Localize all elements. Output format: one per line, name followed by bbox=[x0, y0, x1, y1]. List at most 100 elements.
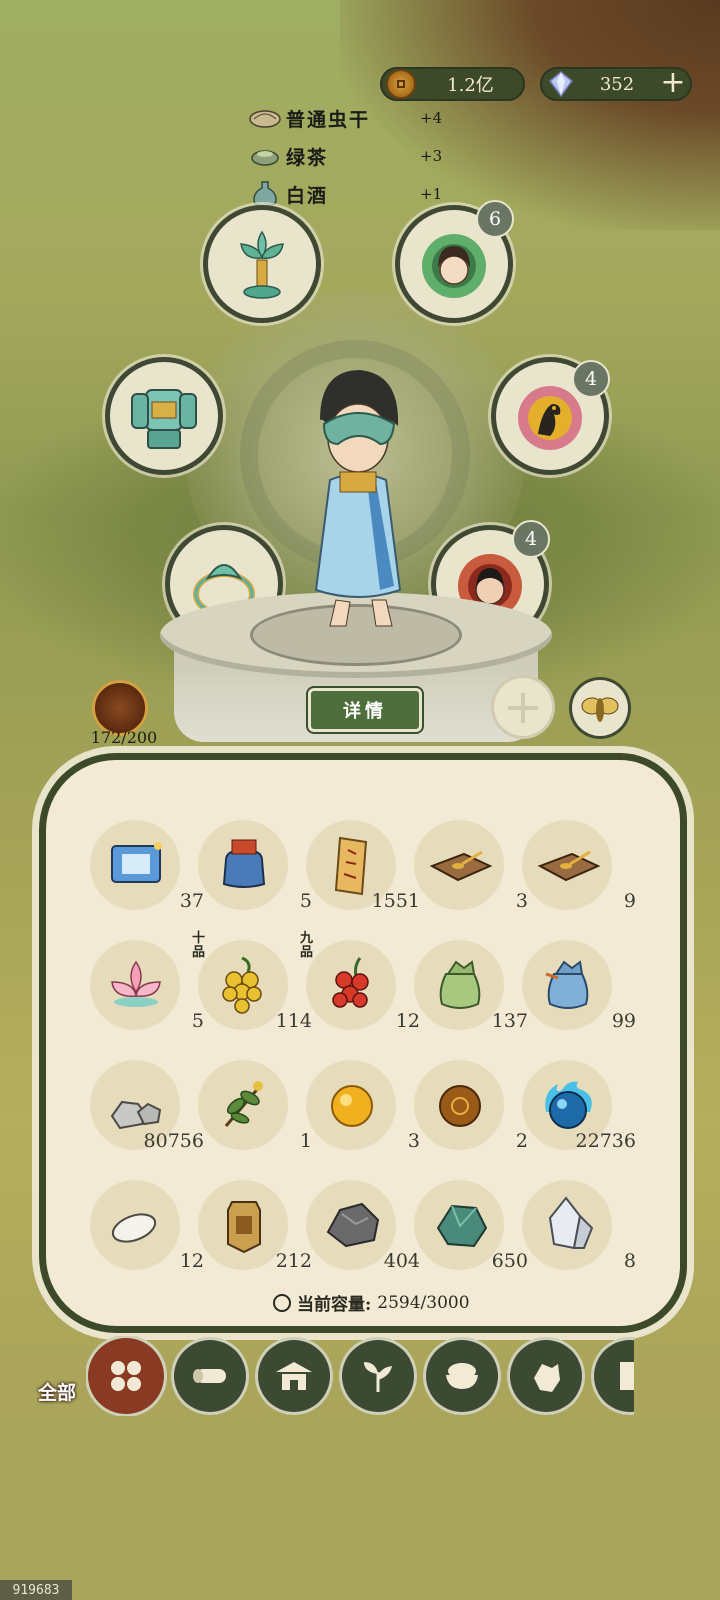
inventory-item[interactable]: 1551 bbox=[306, 820, 420, 912]
buff-value: +3 bbox=[420, 147, 443, 165]
inventory-item[interactable]: 22736 bbox=[522, 1060, 636, 1152]
capacity-value: 2594/3000 bbox=[377, 1292, 470, 1313]
pet-count: 172/200 bbox=[90, 728, 158, 747]
lotus-flower-icon bbox=[111, 960, 161, 1007]
ore-chunk-icon bbox=[534, 1364, 560, 1392]
add-slot-button[interactable]: + bbox=[494, 678, 552, 736]
details-button[interactable]: 详情 bbox=[308, 688, 422, 732]
phoenix-portrait-slot[interactable]: 4 bbox=[496, 360, 610, 470]
talisman-paper-icon bbox=[334, 836, 368, 896]
buff-row: 白酒 +1 bbox=[248, 178, 442, 210]
all-grid-icon bbox=[111, 1361, 141, 1391]
stone-pile-icon bbox=[110, 1100, 162, 1130]
add-gems-button[interactable]: + bbox=[658, 68, 688, 99]
wood-log-icon bbox=[193, 1369, 226, 1383]
capacity-icon bbox=[273, 1293, 291, 1312]
item-count: 8 bbox=[623, 1250, 636, 1272]
inventory-item[interactable]: 2 bbox=[414, 1060, 528, 1152]
user-id: 919683 bbox=[0, 1580, 72, 1600]
golden-pill-icon bbox=[331, 1085, 373, 1127]
blue-pouch-icon bbox=[545, 960, 589, 1009]
inventory-item[interactable]: 404 bbox=[306, 1180, 420, 1272]
inventory-item[interactable]: 12 bbox=[90, 1180, 204, 1272]
leaf-sprout-icon bbox=[364, 1362, 392, 1392]
inventory-item[interactable]: 37 bbox=[90, 820, 204, 912]
category-tabs bbox=[86, 1336, 634, 1416]
inventory-item[interactable]: 3 bbox=[306, 1060, 420, 1152]
buff-value: +4 bbox=[420, 109, 443, 127]
scroll-icon bbox=[620, 1362, 634, 1390]
item-count: 80756 bbox=[143, 1130, 204, 1152]
jade-armor-icon bbox=[131, 389, 197, 449]
crystal-shard-icon bbox=[548, 1196, 594, 1250]
house-icon bbox=[276, 1362, 312, 1390]
scroll-box-icon bbox=[111, 842, 162, 883]
buff-row: 绿茶 +3 bbox=[248, 140, 442, 172]
jade-ore-icon bbox=[436, 1204, 488, 1248]
tab-building[interactable] bbox=[258, 1340, 330, 1412]
gold-token-icon bbox=[227, 1201, 261, 1254]
herb-sprig-icon bbox=[224, 1081, 263, 1127]
golden-moth-slot[interactable] bbox=[572, 680, 628, 736]
inventory-item[interactable]: 137 bbox=[414, 940, 528, 1032]
tab-ore[interactable] bbox=[510, 1340, 582, 1412]
tab-all[interactable] bbox=[88, 1338, 164, 1414]
inventory-item[interactable]: 十品 114 bbox=[192, 932, 312, 1033]
spoon-tray-icon bbox=[537, 850, 600, 882]
inventory-item[interactable]: 5 bbox=[198, 820, 312, 912]
item-grade: 九品 bbox=[300, 931, 314, 960]
inventory-item[interactable]: 99 bbox=[522, 940, 636, 1032]
lotus-cup-slot[interactable] bbox=[208, 210, 316, 318]
tab-food[interactable] bbox=[426, 1340, 498, 1412]
treasure-bag-icon bbox=[222, 839, 266, 888]
item-count: 1551 bbox=[371, 890, 420, 912]
inventory-item[interactable]: 8 bbox=[522, 1180, 636, 1272]
buff-name: 普通虫干 bbox=[286, 108, 371, 131]
item-grade: 十品 bbox=[192, 931, 206, 960]
count-badge: 4 bbox=[512, 520, 550, 558]
inventory-item[interactable]: 九品 12 bbox=[300, 932, 420, 1033]
item-count: 22736 bbox=[575, 1130, 636, 1152]
buff-value: +1 bbox=[420, 185, 443, 203]
golden-moth-icon bbox=[581, 697, 619, 722]
copper-coin-icon bbox=[386, 69, 416, 99]
tab-scrolls[interactable] bbox=[594, 1340, 634, 1412]
coin-value: 1.2亿 bbox=[447, 75, 494, 96]
green-tea-icon bbox=[248, 142, 282, 170]
inventory-item[interactable]: 650 bbox=[414, 1180, 528, 1272]
gem-counter: 352 + bbox=[540, 67, 692, 101]
inventory-item[interactable]: 80756 bbox=[90, 1060, 204, 1152]
rice-bowl-icon bbox=[446, 1363, 478, 1389]
green-pouch-icon bbox=[439, 960, 481, 1009]
bronze-pill-icon bbox=[439, 1085, 481, 1127]
armor-slot[interactable] bbox=[110, 362, 218, 470]
coin-counter[interactable]: 1.2亿 bbox=[380, 67, 525, 101]
golden-berry-icon bbox=[222, 956, 262, 1014]
gem-value: 352 bbox=[599, 73, 635, 95]
inventory-item[interactable]: 212 bbox=[198, 1180, 312, 1272]
spoon-tray-icon bbox=[429, 850, 492, 882]
red-berry-icon bbox=[332, 957, 369, 1008]
inventory-item[interactable]: 5 bbox=[90, 940, 204, 1032]
maiden-portrait-slot[interactable]: 6 bbox=[400, 200, 514, 318]
count-badge: 4 bbox=[572, 360, 610, 398]
white-grain-icon bbox=[111, 1213, 157, 1243]
buff-name: 绿茶 bbox=[286, 146, 329, 169]
crystal-gem-icon bbox=[546, 69, 576, 99]
inventory-item[interactable]: 3 bbox=[414, 820, 528, 912]
tab-all-label: 全部 bbox=[37, 1382, 76, 1404]
inventory-item[interactable]: 9 bbox=[522, 820, 636, 912]
inventory-item[interactable]: 1 bbox=[198, 1060, 312, 1152]
character-figure[interactable] bbox=[280, 360, 430, 660]
item-count: 99 bbox=[611, 1010, 636, 1032]
lotus-cup-icon bbox=[240, 230, 284, 299]
count-badge: 6 bbox=[476, 200, 514, 238]
item-count: 9 bbox=[623, 890, 636, 912]
buff-name: 白酒 bbox=[286, 184, 329, 207]
capacity-display: 当前容量: 2594/3000 bbox=[273, 1290, 470, 1315]
liquor-bottle-icon bbox=[248, 180, 282, 208]
tab-plants[interactable] bbox=[342, 1340, 414, 1412]
iron-ore-icon bbox=[326, 1202, 380, 1248]
dried-insect-icon bbox=[248, 104, 282, 132]
tab-wood[interactable] bbox=[174, 1340, 246, 1412]
